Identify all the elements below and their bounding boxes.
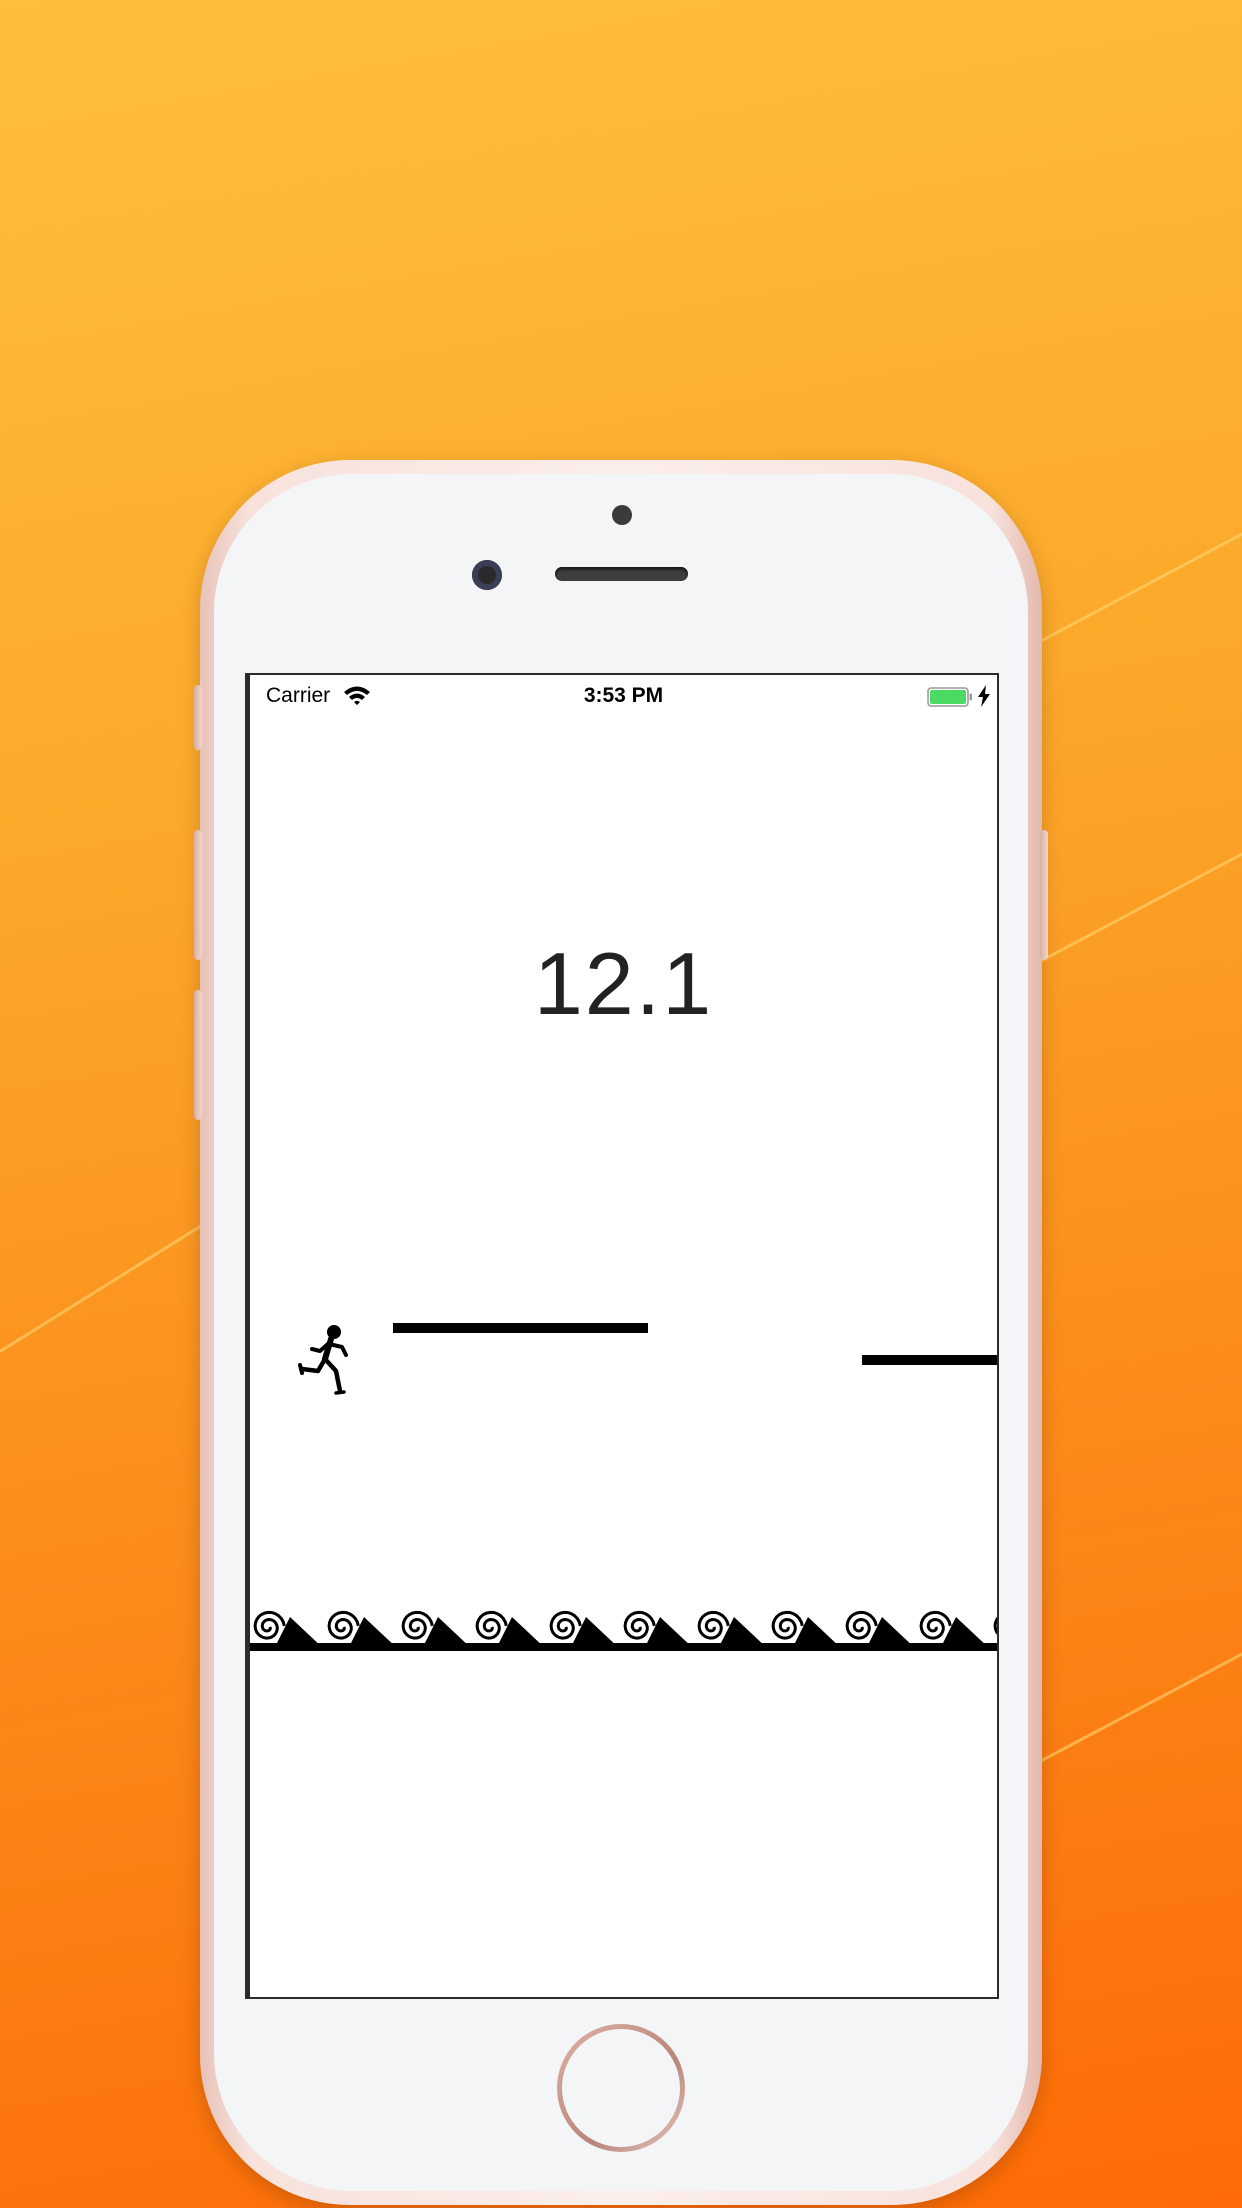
home-button-face[interactable] [562, 2029, 680, 2147]
battery-icon [927, 687, 972, 707]
earpiece-speaker [555, 567, 688, 581]
camera-icon [472, 560, 502, 590]
mute-switch [194, 685, 202, 750]
platform [393, 1323, 648, 1333]
score-display: 12.1 [533, 934, 714, 1033]
platform [862, 1355, 997, 1365]
volume-down-button [194, 990, 202, 1120]
status-time: 3:53 PM [583, 684, 664, 707]
background-streak [1039, 518, 1242, 643]
proximity-sensor [612, 505, 632, 525]
charging-bolt-icon [978, 685, 990, 707]
spiral-waves-icon [250, 1610, 997, 1651]
home-button-icon[interactable] [557, 2024, 685, 2152]
power-button [1040, 830, 1048, 960]
background-streak [1039, 1638, 1242, 1763]
game-screen[interactable]: Carrier 3:53 PM 12.1 [247, 675, 997, 1997]
background-streak [1039, 838, 1242, 963]
runner-icon [298, 1325, 348, 1395]
status-bar: Carrier 3:53 PM [250, 675, 997, 715]
volume-up-button [194, 830, 202, 960]
